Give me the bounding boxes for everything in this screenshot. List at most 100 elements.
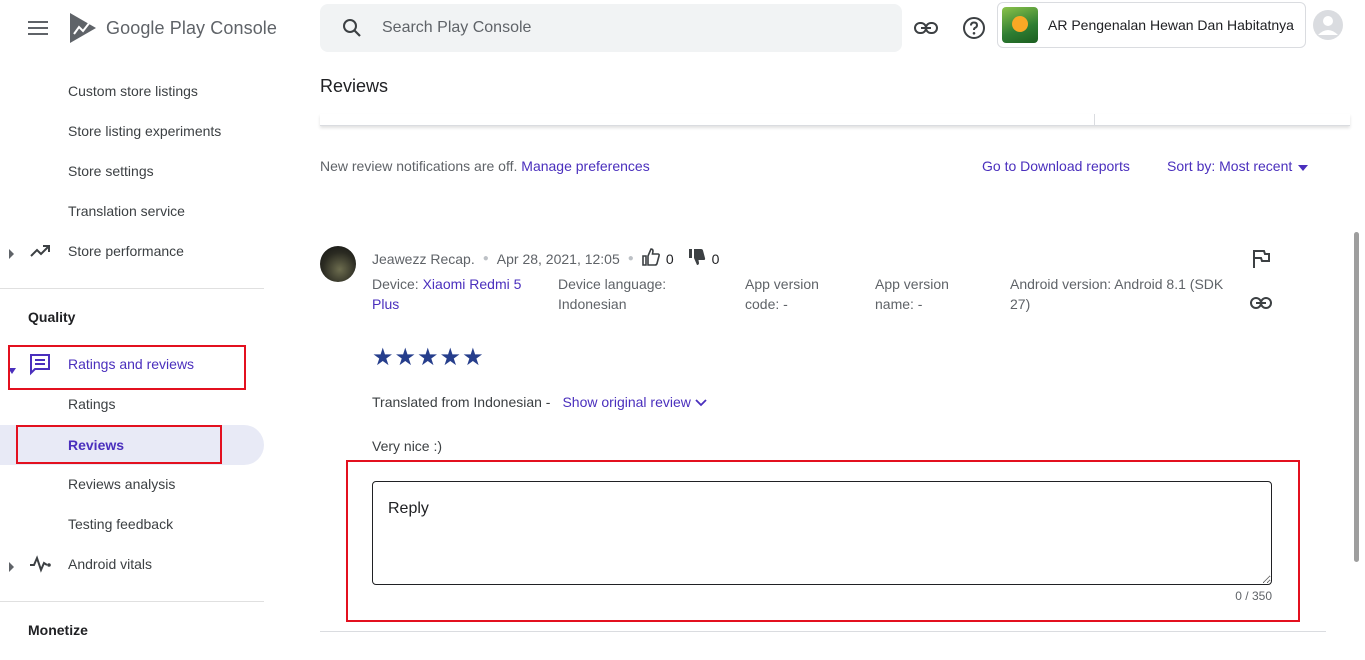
notification-notice: New review notifications are off. Manage… [320,158,650,174]
thumbs-down-count: 0 [711,250,720,267]
main-content: Reviews New review notifications are off… [320,56,1350,660]
sidebar-item-custom-store-listings[interactable]: Custom store listings [0,71,264,111]
sidebar-item-label: Android vitals [68,556,153,572]
sort-label: Sort by: Most recent [1167,158,1293,174]
star-icon: ★ [462,344,484,371]
chevron-down-icon [695,394,707,410]
manage-preferences-link[interactable]: Manage preferences [521,158,649,174]
sidebar-item-translation-service[interactable]: Translation service [0,191,264,231]
help-icon[interactable] [962,16,986,40]
download-reports-link[interactable]: Go to Download reports [982,158,1130,174]
star-icon: ★ [372,344,394,371]
device-language-info: Device language: Indonesian [558,274,666,314]
section-heading-monetize: Monetize [28,622,88,638]
sidebar-divider [0,288,264,289]
sidebar-item-label: Translation service [68,203,185,219]
app-selector[interactable]: AR Pengenalan Hewan Dan Habitatnya [997,2,1306,48]
sidebar-item-label: Testing feedback [68,516,174,532]
filter-bar-divider [1094,114,1095,126]
app-version-name-label: App version [875,276,949,292]
sidebar-item-label: Custom store listings [68,83,198,99]
notice-text: New review notifications are off. [320,158,518,174]
thumbs-up-icon [642,248,660,269]
app-version-name-info: App version name: - [875,274,949,314]
star-icon: ★ [417,344,439,371]
reply-character-counter: 0 / 350 [1235,589,1272,603]
device-link-cont[interactable]: Plus [372,294,521,314]
thumbs-up-count: 0 [665,250,674,267]
sidebar-item-store-performance[interactable]: Store performance [0,231,264,271]
sidebar-item-label: Ratings and reviews [68,356,195,372]
sidebar-item-ratings[interactable]: Ratings [0,384,264,424]
play-console-logo-icon [68,12,98,44]
account-avatar-icon[interactable] [1313,10,1343,40]
review-date: Apr 28, 2021, 12:05 [496,250,620,267]
thumbs-up-button[interactable]: 0 [642,248,674,269]
top-bar: Google Play Console AR Pengenalan Hewan … [0,0,1365,56]
device-language-value: Indonesian [558,296,627,312]
flag-icon[interactable] [1250,248,1272,270]
app-version-name-value: name: - [875,296,923,312]
sidebar-item-store-listing-experiments[interactable]: Store listing experiments [0,111,264,151]
search-icon [342,18,362,38]
scrollbar-thumb[interactable] [1354,232,1359,562]
sidebar-item-ratings-and-reviews[interactable]: Ratings and reviews [0,344,264,384]
star-rating: ★ ★ ★ ★ ★ [372,346,484,370]
separator-dot: ● [482,253,489,264]
app-version-code-info: App version code: - [745,274,819,314]
sidebar-item-store-settings[interactable]: Store settings [0,151,264,191]
page-title: Reviews [320,76,389,96]
sidebar-item-android-vitals[interactable]: Android vitals [0,544,264,584]
caret-right-icon [8,559,16,575]
sidebar-item-testing-feedback[interactable]: Testing feedback [0,504,264,544]
review-divider [320,631,1326,632]
sort-dropdown[interactable]: Sort by: Most recent [1167,158,1309,174]
link-icon[interactable] [1250,296,1272,318]
star-icon: ★ [394,344,417,371]
device-language-label: Device language: [558,276,667,292]
sidebar-divider [0,601,264,602]
sidebar-item-label: Store performance [68,243,184,259]
vitals-pulse-icon [28,552,52,579]
reviewer-name: Jeawezz Recap. [372,250,475,267]
android-version-value: 27) [1010,296,1031,312]
sidebar-item-label: Reviews analysis [68,476,176,492]
app-icon [1002,7,1038,43]
sidebar-item-label: Reviews [68,437,125,453]
show-original-review-link[interactable]: Show original review [562,394,707,410]
thumbs-down-button[interactable]: 0 [688,248,720,269]
filter-bar-edge [320,114,1350,126]
search-input[interactable] [382,19,862,37]
app-version-code-label: App version [745,276,819,292]
app-name: AR Pengenalan Hewan Dan Habitatnya [1048,17,1294,33]
link-icon[interactable] [914,16,938,40]
reviewer-avatar [320,246,356,282]
sidebar-item-label: Store listing experiments [68,123,222,139]
reply-textarea[interactable] [372,481,1272,585]
star-icon: ★ [439,344,462,371]
logo-text-google-play: Google Play [106,17,206,38]
separator-dot: ● [627,253,634,264]
android-version-info: Android version: Android 8.1 (SDK 27) [1010,274,1223,314]
dropdown-arrow-icon [1298,158,1309,174]
trending-up-icon [28,239,52,266]
play-console-logo[interactable]: Google Play Console [68,12,277,44]
logo-text-console: Console [210,17,278,38]
translation-notice: Translated from Indonesian - Show origin… [372,394,707,410]
hamburger-menu-icon[interactable] [24,14,52,42]
device-label: Device: [372,276,419,292]
sidebar-item-label: Store settings [68,163,154,179]
sidebar-item-label: Ratings [68,396,116,412]
section-heading-quality: Quality [28,309,76,325]
sidebar-item-reviews[interactable]: Reviews [0,425,264,465]
android-version-label: Android version: Android 8.1 (SDK [1010,276,1224,292]
review-text: Very nice :) [372,438,443,454]
sidebar-item-reviews-analysis[interactable]: Reviews analysis [0,464,264,504]
device-info: Device: Xiaomi Redmi 5 Plus [372,274,521,314]
review-header: Jeawezz Recap. ● Apr 28, 2021, 12:05 ● 0… [372,248,733,269]
thumbs-down-icon [688,248,706,269]
caret-down-icon [8,361,16,377]
device-link[interactable]: Xiaomi Redmi 5 [423,276,522,292]
search-bar[interactable] [320,4,902,52]
sidebar-nav: Custom store listings Store listing expe… [0,56,264,660]
